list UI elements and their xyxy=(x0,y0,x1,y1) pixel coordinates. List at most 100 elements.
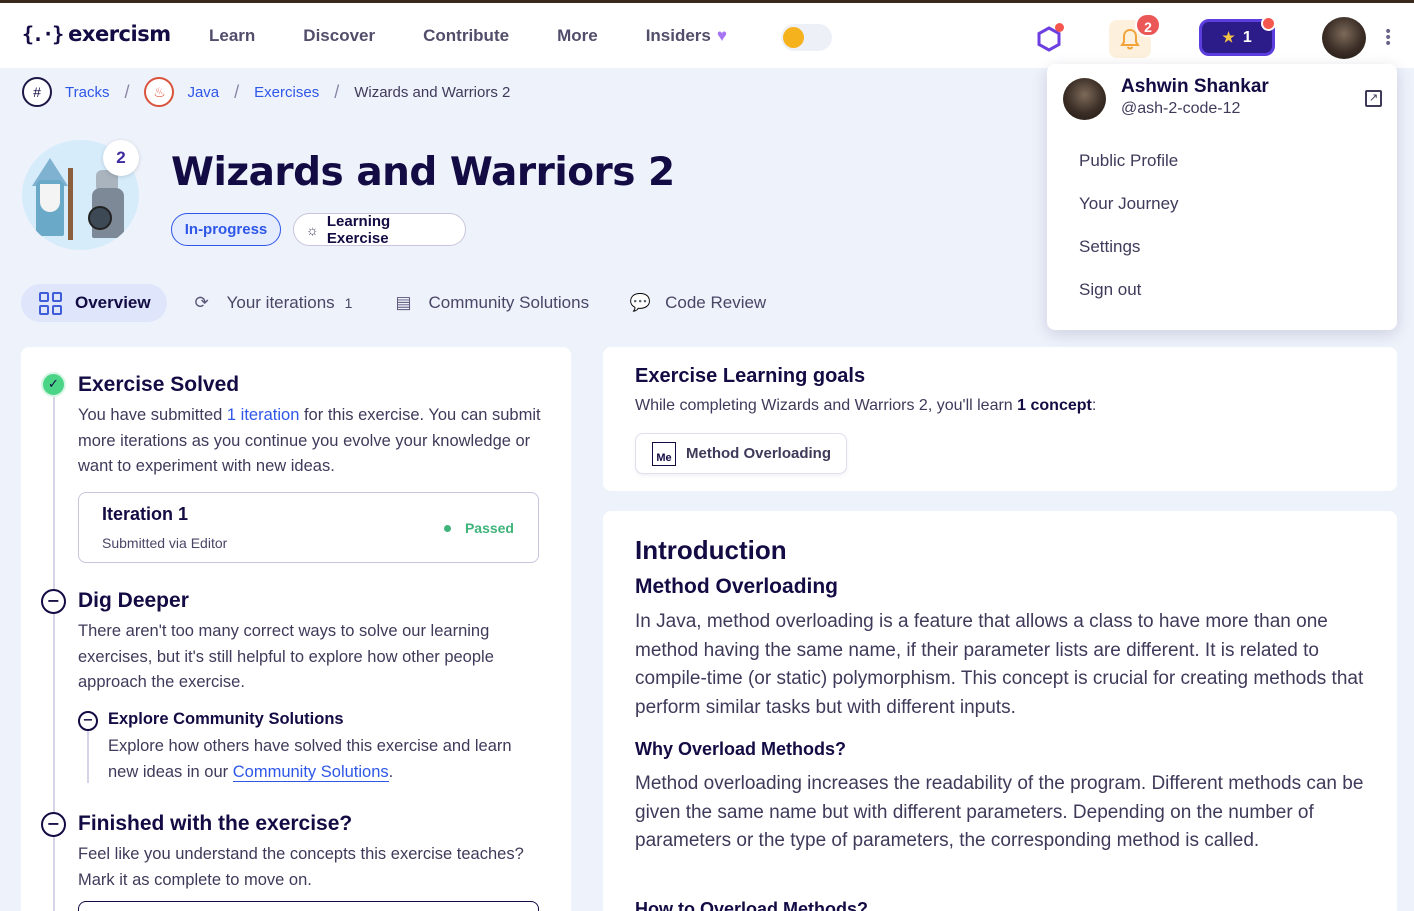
solved-text-before: You have submitted xyxy=(78,406,227,424)
tab-community-solutions[interactable]: ▤ Community Solutions xyxy=(374,284,605,322)
iteration-status: Passed xyxy=(443,520,514,536)
dig-deeper-heading: Dig Deeper xyxy=(78,589,189,612)
tracks-icon: # xyxy=(22,77,52,107)
learning-goals-panel: Exercise Learning goals While completing… xyxy=(603,347,1397,491)
breadcrumb-separator: / xyxy=(124,81,130,102)
avatar xyxy=(1063,78,1106,120)
exercise-solved-text: You have submitted 1 iteration for this … xyxy=(78,403,548,480)
user-avatar-button[interactable] xyxy=(1322,17,1366,59)
external-link-icon[interactable]: ↗ xyxy=(1365,90,1382,107)
nav-more[interactable]: More xyxy=(557,26,598,46)
tab-community-label: Community Solutions xyxy=(428,293,590,312)
intro-paragraph-1: In Java, method overloading is a feature… xyxy=(635,611,1364,719)
exercism-logo[interactable]: {.·} exercism xyxy=(22,22,171,46)
tab-iterations-count: 1 xyxy=(344,295,353,311)
learning-goals-heading: Exercise Learning goals xyxy=(635,365,866,387)
community-solutions-link[interactable]: Community Solutions xyxy=(232,762,389,782)
java-track-icon: ♨ xyxy=(144,77,175,107)
nav-contribute[interactable]: Contribute xyxy=(423,26,509,46)
tab-overview[interactable]: Overview xyxy=(21,284,167,322)
finished-heading: Finished with the exercise? xyxy=(78,812,353,835)
sub-timeline xyxy=(87,731,89,783)
iteration-card[interactable]: Iteration 1 Submitted via Editor Passed xyxy=(78,492,539,563)
why-overload-heading: Why Overload Methods? xyxy=(635,739,847,759)
sun-icon xyxy=(783,27,804,48)
menu-item-your-journey[interactable]: Your Journey xyxy=(1079,194,1179,214)
breadcrumb-separator: / xyxy=(234,81,240,102)
check-icon: ✓ xyxy=(41,372,66,397)
exercise-progress-panel: ✓ Exercise Solved You have submitted 1 i… xyxy=(21,347,571,911)
logo-text: exercism xyxy=(68,22,171,46)
concept-label: Method Overloading xyxy=(686,445,832,462)
nav-insiders[interactable]: Insiders ♥ xyxy=(646,26,727,46)
nav-insiders-label: Insiders xyxy=(645,26,711,45)
iteration-subtitle: Submitted via Editor xyxy=(102,535,228,551)
mark-complete-button[interactable] xyxy=(78,901,539,911)
collapse-icon[interactable]: − xyxy=(41,812,66,837)
code-review-icon: 💬 xyxy=(629,293,651,312)
user-name: Ashwin Shankar xyxy=(1121,76,1269,97)
top-navigation-bar: {.·} exercism Learn Discover Contribute … xyxy=(0,0,1414,68)
tab-code-review[interactable]: 💬 Code Review xyxy=(611,284,782,322)
learning-goals-text: While completing Wizards and Warriors 2,… xyxy=(635,397,1096,415)
concept-icon: Me xyxy=(652,441,676,466)
exercise-solved-heading: Exercise Solved xyxy=(78,373,240,396)
iteration-status-label: Passed xyxy=(464,520,514,536)
introduction-heading: Introduction xyxy=(635,535,787,565)
collapse-icon[interactable]: − xyxy=(41,589,66,614)
iteration-title: Iteration 1 xyxy=(102,504,189,524)
journey-alert-dot xyxy=(1055,23,1064,32)
dig-deeper-text: There aren't too many correct ways to so… xyxy=(78,622,494,691)
theme-toggle[interactable] xyxy=(781,24,832,51)
iteration-count-badge: 2 xyxy=(103,140,139,176)
tab-code-review-label: Code Review xyxy=(665,293,767,312)
user-handle: @ash-2-code-12 xyxy=(1121,100,1241,117)
lightbulb-icon: ☼ xyxy=(306,221,319,238)
menu-item-settings[interactable]: Settings xyxy=(1079,237,1140,257)
reputation-alert-dot xyxy=(1261,16,1276,31)
wizard-beard-shape xyxy=(40,184,60,212)
collapse-icon[interactable]: − xyxy=(78,711,98,731)
iteration-link[interactable]: 1 iteration xyxy=(227,406,299,424)
breadcrumb-java[interactable]: Java xyxy=(187,84,219,101)
goals-text-after: : xyxy=(1091,397,1097,414)
exercise-tabs: Overview ⟳ Your iterations 1 ▤ Community… xyxy=(21,284,788,322)
goals-text-before: While completing Wizards and Warriors 2,… xyxy=(635,397,1018,414)
community-solutions-icon: ▤ xyxy=(395,293,412,312)
explore-text-after: . xyxy=(388,762,394,781)
overview-grid-icon xyxy=(37,291,63,315)
notifications-count-badge: 2 xyxy=(1135,13,1161,37)
exercise-type-label: Learning Exercise xyxy=(326,212,391,247)
reputation-star-icon: ★ xyxy=(1222,29,1235,45)
explore-community-text: Explore how others have solved this exer… xyxy=(108,734,528,785)
main-nav: Learn Discover Contribute More Insiders ♥ xyxy=(209,26,775,46)
reputation-value: 1 xyxy=(1242,28,1252,46)
exercise-type-pill: ☼ Learning Exercise xyxy=(293,212,466,247)
breadcrumb-exercises[interactable]: Exercises xyxy=(254,84,319,101)
status-dot-icon xyxy=(443,524,451,532)
breadcrumb-separator: / xyxy=(334,81,340,102)
iterations-icon: ⟳ xyxy=(194,293,209,312)
tab-your-iterations[interactable]: ⟳ Your iterations 1 xyxy=(173,284,369,322)
explore-community-heading: Explore Community Solutions xyxy=(108,710,344,728)
breadcrumb-tracks[interactable]: Tracks xyxy=(65,84,109,101)
journey-hexagon-icon[interactable] xyxy=(1036,23,1064,52)
status-pill: In-progress xyxy=(171,213,281,246)
concept-count: 1 concept xyxy=(1017,397,1092,414)
heart-icon: ♥ xyxy=(716,26,727,45)
introduction-panel: Introduction Method Overloading In Java,… xyxy=(603,511,1397,911)
warrior-shield-shape xyxy=(88,206,112,230)
how-overload-heading: How to Overload Methods? xyxy=(635,899,869,911)
breadcrumb: # Tracks / ♨ Java / Exercises / Wizards … xyxy=(22,76,510,108)
intro-paragraph-2: Method overloading increases the readabi… xyxy=(635,773,1364,852)
nav-discover[interactable]: Discover xyxy=(303,26,375,46)
method-overloading-heading: Method Overloading xyxy=(635,575,839,598)
more-options-icon[interactable]: • • • xyxy=(1384,25,1392,51)
menu-item-sign-out[interactable]: Sign out xyxy=(1079,280,1141,300)
concept-chip[interactable]: Me Method Overloading xyxy=(635,433,847,474)
menu-item-public-profile[interactable]: Public Profile xyxy=(1079,151,1178,171)
logo-mark-icon: {.·} xyxy=(22,22,64,46)
staff-shape xyxy=(68,168,73,240)
tab-iterations-label: Your iterations xyxy=(226,293,335,312)
nav-learn[interactable]: Learn xyxy=(209,26,255,46)
